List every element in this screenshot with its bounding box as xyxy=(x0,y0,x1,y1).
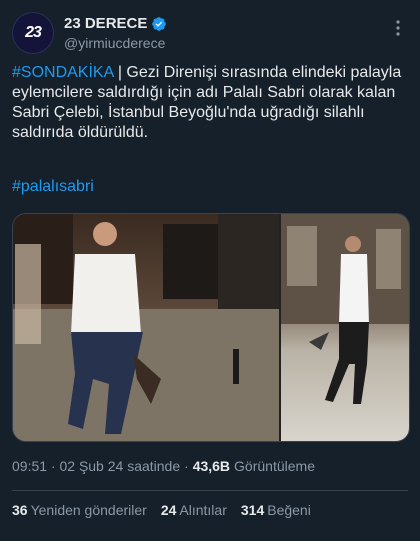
verified-badge-icon xyxy=(152,16,167,31)
more-options-icon[interactable] xyxy=(388,18,408,38)
likes-label: Beğeni xyxy=(267,502,311,518)
retweets-label: Yeniden gönderiler xyxy=(30,502,147,518)
photo-right[interactable] xyxy=(281,214,409,441)
avatar-logo-text: 23 xyxy=(25,24,42,41)
tweet-media[interactable] xyxy=(12,213,410,442)
retweets-count: 36 xyxy=(12,502,28,518)
divider xyxy=(12,490,408,491)
account-handle[interactable]: @yirmiucderece xyxy=(64,35,165,51)
likes-count: 314 xyxy=(240,502,265,518)
quotes-count: 24 xyxy=(160,502,177,518)
name-row: 23 DERECE xyxy=(64,15,167,32)
retweets-stat[interactable]: 36 Yeniden gönderiler xyxy=(12,502,147,518)
tweet-timestamp[interactable]: 09:51 · 02 Şub 24 saatinde · xyxy=(12,458,189,474)
views-label: Görüntüleme xyxy=(234,458,315,474)
photo-left-scene xyxy=(13,214,279,441)
quotes-label: Alıntılar xyxy=(179,502,227,518)
photo-right-scene xyxy=(281,214,409,404)
likes-stat[interactable]: 314 Beğeni xyxy=(241,502,311,518)
tweet-header: 23 23 DERECE @yirmiucderece xyxy=(12,12,408,56)
photo-left[interactable] xyxy=(13,214,279,441)
quotes-stat[interactable]: 24 Alıntılar xyxy=(161,502,227,518)
account-name[interactable]: 23 DERECE xyxy=(64,15,147,32)
views-count: 43,6B xyxy=(192,458,231,474)
tweet-text: #SONDAKİKA | Gezi Direnişi sırasında eli… xyxy=(12,63,404,143)
tweet-meta: 09:51 · 02 Şub 24 saatinde · 43,6B Görün… xyxy=(12,458,315,474)
hashtag-sondakika[interactable]: #SONDAKİKA xyxy=(12,64,113,81)
hashtag-palalisabri[interactable]: #palalısabri xyxy=(12,177,94,197)
tweet-stats: 36 Yeniden gönderiler 24 Alıntılar 314 Beğe… xyxy=(12,502,311,518)
avatar[interactable]: 23 xyxy=(12,12,54,54)
